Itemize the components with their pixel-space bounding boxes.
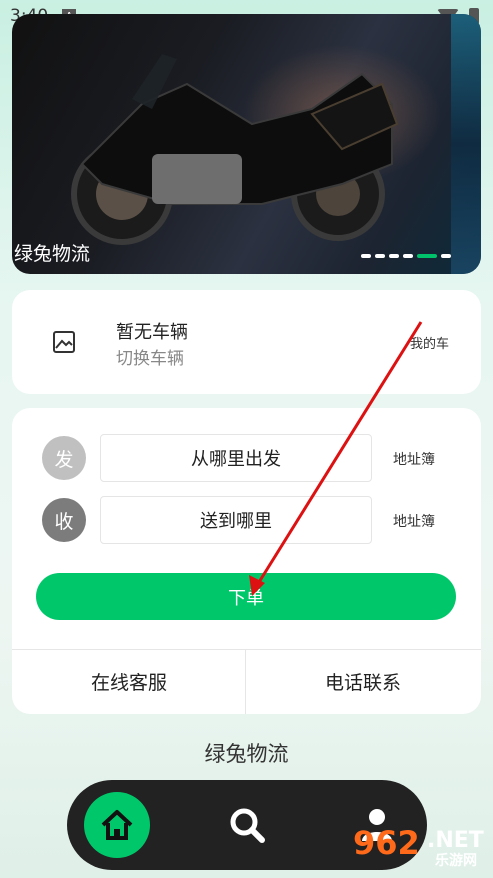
site-watermark: 962 .NET 乐游网 (349, 822, 489, 874)
banner-caption: 绿兔物流 (14, 243, 91, 265)
from-address-book-link[interactable]: 地址簿 (393, 449, 435, 469)
phone-contact-button[interactable]: 电话联系 (246, 649, 480, 714)
tab-search[interactable] (214, 792, 280, 858)
app-footer-name: 绿兔物流 (204, 742, 289, 766)
to-address-input[interactable]: 送到哪里 (100, 496, 372, 544)
online-service-button[interactable]: 在线客服 (12, 649, 246, 714)
carousel-dot (375, 254, 385, 258)
from-address-input[interactable]: 从哪里出发 (100, 434, 372, 482)
watermark-number: 962 (353, 824, 420, 862)
search-icon (230, 808, 265, 843)
to-address-book-link[interactable]: 地址簿 (393, 511, 435, 531)
vehicle-title: 暂无车辆 (116, 322, 188, 343)
image-placeholder-icon (53, 331, 75, 353)
from-badge: 发 (42, 436, 86, 480)
home-icon (101, 810, 133, 840)
carousel-indicator (361, 254, 451, 258)
tab-home[interactable] (84, 792, 150, 858)
to-badge: 收 (42, 498, 86, 542)
vehicle-card[interactable]: 暂无车辆 切换车辆 我的车 (12, 290, 481, 394)
carousel-dot (403, 254, 413, 258)
my-car-link[interactable]: 我的车 (410, 333, 449, 352)
carousel-dot (389, 254, 399, 258)
carousel-dot (441, 254, 451, 258)
banner-carousel[interactable]: 绿兔物流 (12, 14, 481, 274)
place-order-button[interactable]: 下单 (36, 573, 456, 620)
motorcycle-image (71, 54, 399, 245)
order-card: 发 从哪里出发 地址簿 收 送到哪里 地址簿 下单 在线客服 电话联系 (12, 408, 481, 714)
carousel-dot-active (417, 254, 437, 258)
watermark-text: 乐游网 (435, 853, 477, 869)
switch-vehicle-link[interactable]: 切换车辆 (116, 344, 184, 369)
carousel-dot (361, 254, 371, 258)
from-address-row: 发 从哪里出发 地址簿 (12, 434, 481, 484)
to-address-row: 收 送到哪里 地址簿 (12, 496, 481, 546)
